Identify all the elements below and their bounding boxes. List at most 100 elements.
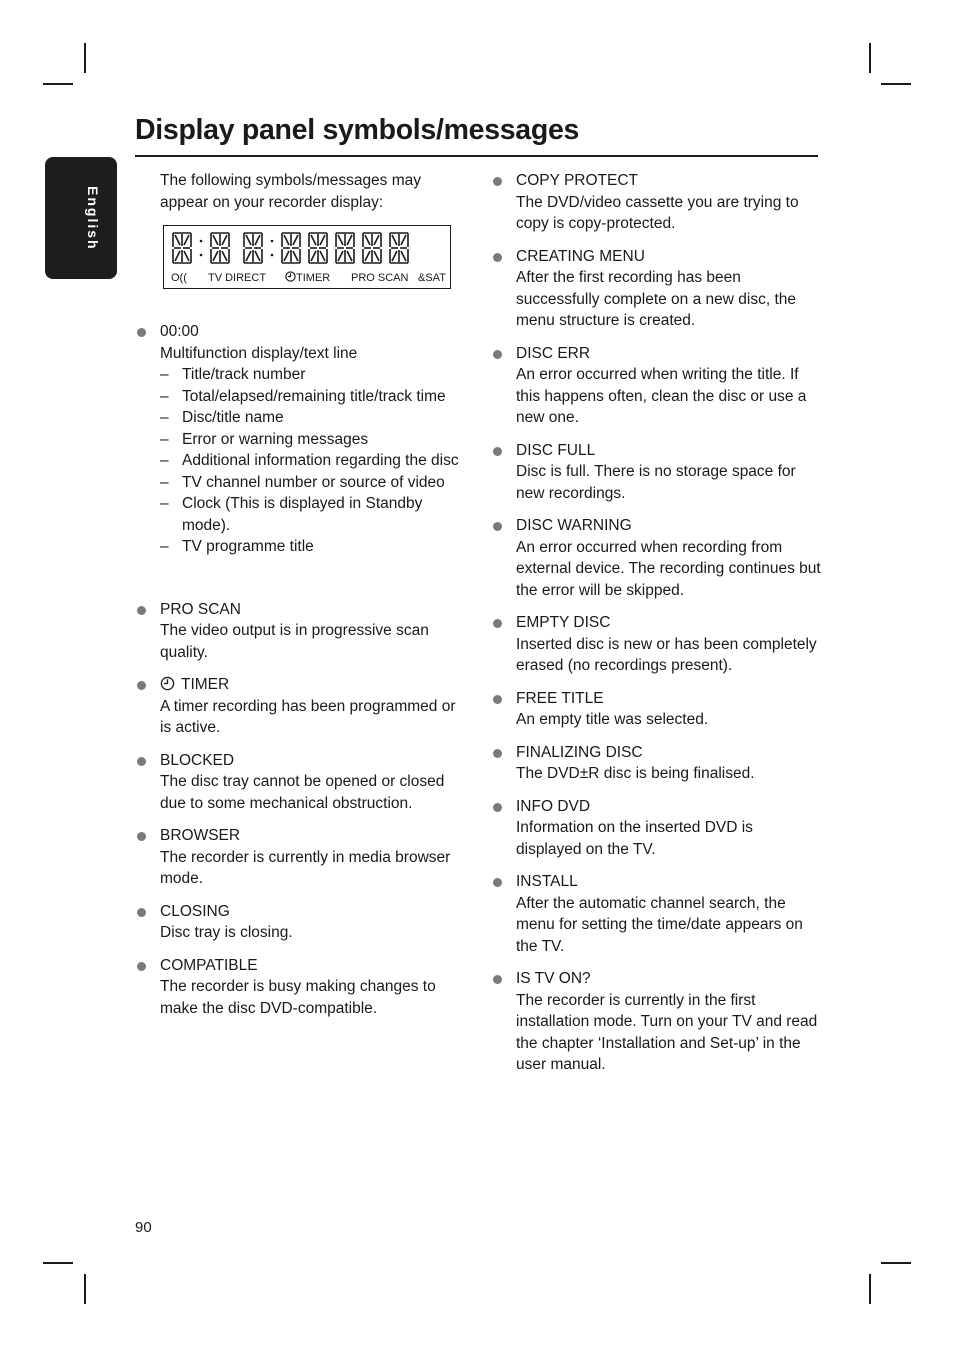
page-number: 90	[135, 1219, 152, 1236]
item-description: An error occurred when writing the title…	[516, 366, 807, 426]
list-item: BROWSER The recorder is currently in med…	[136, 825, 466, 890]
list-item: FREE TITLE An empty title was selected.	[492, 688, 822, 731]
lcd-labels: O(( TV DIRECT TIMER PRO SCAN &SAT	[171, 271, 446, 285]
sub-item: Disc/title name	[160, 407, 466, 429]
list-item: DISC FULL Disc is full. There is no stora…	[492, 440, 822, 505]
lcd-label-tv-direct: TV DIRECT	[208, 272, 267, 284]
bullet	[137, 756, 146, 766]
lcd-segment-digit	[243, 232, 263, 264]
record-signal-icon: O((	[171, 272, 187, 284]
bullet	[493, 446, 502, 456]
item-description: Information on the inserted DVD is displ…	[516, 819, 753, 858]
item-description: The video output is in progressive scan …	[160, 622, 429, 661]
sub-list: Title/track number Total/elapsed/remaini…	[160, 364, 466, 558]
sub-item: Clock (This is displayed in Standby mode…	[160, 493, 466, 536]
lcd-segment-digit	[210, 232, 230, 264]
item-heading: DISC ERR	[516, 344, 591, 362]
bullet	[493, 878, 502, 887]
item-description: The recorder is currently in media brows…	[160, 848, 451, 888]
lcd-segment-digit	[362, 232, 382, 264]
list-item: INFO DVD Information on the inserted DVD …	[492, 796, 822, 861]
bullet	[137, 328, 146, 337]
bullet	[137, 907, 146, 917]
sub-item: Additional information regarding the dis…	[160, 450, 466, 472]
item-description: A timer recording has been programmed or…	[160, 697, 456, 737]
crop-mark	[43, 1262, 73, 1264]
sub-item: Total/elapsed/remaining title/track time	[160, 386, 466, 408]
item-heading: IS TV ON?	[516, 970, 591, 987]
crop-mark	[881, 1262, 911, 1264]
lcd-digits	[170, 231, 414, 265]
page-title: Display panel symbols/messages	[135, 114, 580, 146]
right-column: COPY PROTECT The DVD/video cassette you a…	[492, 170, 822, 1087]
list-item: IS TV ON? The recorder is currently in th…	[492, 968, 822, 1076]
item-heading: PRO SCAN	[160, 600, 241, 618]
item-heading: 00:00	[160, 323, 199, 340]
item-heading-wrap: TIMER	[160, 674, 466, 696]
crop-mark	[43, 83, 73, 85]
lcd-colon	[199, 239, 203, 257]
title-divider	[135, 155, 818, 157]
lcd-segment-digit	[281, 232, 301, 264]
bullet	[137, 681, 146, 690]
item-description: An error occurred when recording from ex…	[516, 538, 821, 599]
item-description: Disc tray is closing.	[160, 924, 293, 941]
item-heading: DISC FULL	[516, 441, 596, 459]
crop-mark	[84, 43, 86, 73]
bullet	[137, 605, 146, 615]
bullet	[137, 832, 146, 841]
crop-mark	[84, 1274, 86, 1304]
lcd-segment-digit	[389, 232, 409, 264]
item-description: The recorder is currently in the first i…	[516, 991, 818, 1074]
language-tab-label: English	[85, 186, 101, 251]
list-item: TIMER A timer recording has been program…	[136, 674, 466, 739]
item-description: The DVD±R disc is being finalised.	[516, 765, 755, 782]
bullet	[493, 748, 502, 758]
display-panel-illustration: O(( TV DIRECT TIMER PRO SCAN &SAT	[163, 225, 451, 289]
list-item: CLOSING Disc tray is closing.	[136, 901, 466, 944]
crop-mark	[869, 1274, 871, 1304]
list-item: COMPATIBLE The recorder is busy making c…	[136, 955, 466, 1020]
bullet	[493, 349, 502, 359]
item-description: Disc is full. There is no storage space …	[516, 463, 796, 502]
bullet	[493, 522, 502, 531]
item-heading: FINALIZING DISC	[516, 743, 643, 761]
list-item: CREATING MENU After the first recording h…	[492, 246, 822, 332]
list-item: 00:00 Multifunction display/text line Ti…	[136, 321, 466, 558]
item-description: After the automatic channel search, the …	[516, 894, 803, 955]
clock-icon	[285, 271, 296, 282]
sub-item: TV programme title	[160, 536, 466, 558]
item-description: Multifunction display/text line	[160, 344, 358, 362]
item-heading: INFO DVD	[516, 797, 591, 815]
list-item: DISC ERR An error occurred when writing t…	[492, 343, 822, 429]
lcd-segment-digit	[308, 232, 328, 264]
item-heading: CLOSING	[160, 902, 230, 920]
item-heading: EMPTY DISC	[516, 614, 611, 631]
lcd-label-timer: TIMER	[285, 271, 330, 285]
list-item: EMPTY DISC Inserted disc is new or has be…	[492, 612, 822, 677]
lcd-segment-digit	[172, 232, 192, 264]
item-heading: COPY PROTECT	[516, 172, 639, 189]
crop-mark	[869, 43, 871, 73]
bullet	[493, 975, 502, 984]
list-item: INSTALL After the automatic channel searc…	[492, 871, 822, 957]
sub-item: Title/track number	[160, 364, 466, 386]
list-item: BLOCKED The disc tray cannot be opened o…	[136, 750, 466, 815]
item-description: The DVD/video cassette you are trying to…	[516, 193, 799, 233]
item-heading: BROWSER	[160, 827, 241, 844]
item-heading: DISC WARNING	[516, 517, 632, 534]
lcd-colon	[270, 239, 274, 257]
item-heading: TIMER	[181, 676, 230, 693]
lcd-label-sat: &SAT	[418, 272, 446, 284]
item-description: After the first recording has been succe…	[516, 269, 796, 329]
clock-icon	[160, 676, 175, 691]
bullet	[493, 694, 502, 704]
list-item: COPY PROTECT The DVD/video cassette you a…	[492, 170, 822, 235]
left-column: The following symbols/messages may appea…	[136, 170, 466, 1030]
list-item: FINALIZING DISC The DVD±R disc is being f…	[492, 742, 822, 785]
item-heading: COMPATIBLE	[160, 956, 258, 974]
intro-text: The following symbols/messages may appea…	[160, 172, 422, 211]
item-description: The recorder is busy making changes to m…	[160, 978, 436, 1017]
item-description: Inserted disc is new or has been complet…	[516, 635, 817, 675]
list-item: DISC WARNING An error occurred when recor…	[492, 515, 822, 601]
